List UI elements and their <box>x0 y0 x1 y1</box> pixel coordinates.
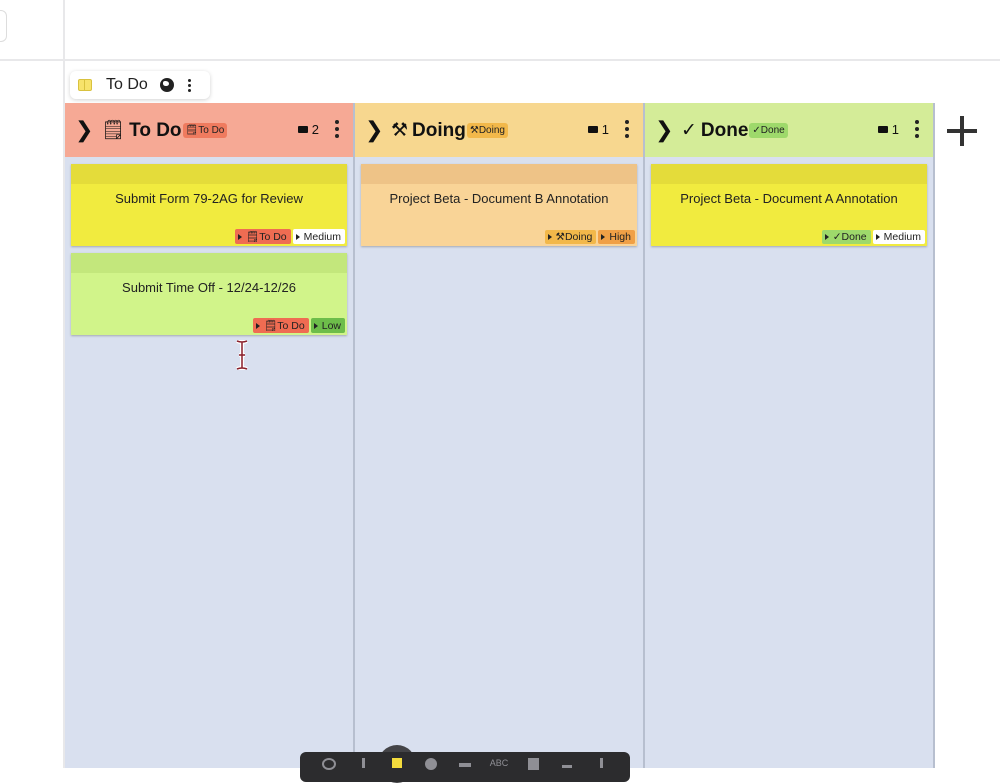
plus-icon[interactable] <box>550 758 584 770</box>
chevron-right-icon[interactable]: ❯ <box>75 117 95 143</box>
card-header-strip[interactable] <box>651 164 927 184</box>
caret-right-icon <box>547 234 552 240</box>
card-tags: ⚒Doing High <box>544 230 635 244</box>
column-header-doing[interactable]: ❯ ⚒ Doing ⚒Doing 1 <box>355 103 643 157</box>
column-glyph-icon: 🗒 <box>101 120 126 141</box>
text-tool-label: ABC <box>489 758 509 768</box>
card-count-value: 2 <box>311 122 319 137</box>
card-title: Submit Form 79-2AG for Review <box>115 191 303 206</box>
caret-right-icon <box>875 234 880 240</box>
shape-icon[interactable] <box>414 758 448 770</box>
card-title: Submit Time Off - 12/24-12/26 <box>122 280 296 295</box>
bottom-toolbar: ABC <box>300 752 630 782</box>
caret-right-icon <box>601 234 606 240</box>
status-tag[interactable]: 🗒To Do <box>252 318 309 333</box>
add-column-plus-icon[interactable] <box>945 113 981 149</box>
tag-label: Low <box>321 319 341 332</box>
column-title: 🗒 To Do <box>101 118 182 142</box>
priority-tag[interactable]: High <box>598 230 635 244</box>
clipboard-icon[interactable] <box>516 758 550 770</box>
column-done: ❯ ✓ Done ✓Done 1 Project Beta - Document … <box>645 103 935 768</box>
caret-right-icon <box>295 233 300 240</box>
column-card-count: 1 <box>877 122 899 137</box>
caret-right-icon <box>313 322 318 329</box>
more-icon[interactable] <box>584 758 618 770</box>
card-count-icon <box>877 126 888 133</box>
arrow-icon[interactable] <box>448 758 482 770</box>
column-glyph-icon: ✓ <box>681 119 697 141</box>
card-title: Project Beta - Document A Annotation <box>680 191 898 206</box>
status-tag[interactable]: 🗒To Do <box>234 229 291 244</box>
column-status-tag: ✓Done <box>749 122 788 138</box>
tag-label: High <box>609 231 631 243</box>
column-glyph-icon: ⚒ <box>391 119 409 141</box>
column-doing: ❯ ⚒ Doing ⚒Doing 1 Project Beta - Documen… <box>355 103 645 768</box>
card[interactable]: Project Beta - Document A Annotation ✓Do… <box>651 164 927 246</box>
caret-right-icon <box>255 322 260 329</box>
column-title: ✓ Done <box>681 119 748 142</box>
board-menu-icon[interactable] <box>187 78 191 92</box>
column-menu-icon[interactable] <box>625 120 629 138</box>
card-header-strip[interactable] <box>71 253 347 273</box>
caret-right-icon <box>237 233 242 240</box>
card-header-strip[interactable] <box>361 164 637 184</box>
globe-icon[interactable] <box>159 78 174 92</box>
sticky-note-icon[interactable] <box>380 758 414 770</box>
pen-icon[interactable] <box>346 758 380 770</box>
card-tags: ✓Done Medium <box>821 230 925 244</box>
chevron-right-icon[interactable]: ❯ <box>365 117 385 143</box>
tag-label: ⚒Doing <box>555 231 593 243</box>
board-name: To Do <box>106 76 148 93</box>
board-icon <box>78 79 92 91</box>
card-count-icon <box>587 126 598 133</box>
caret-right-icon <box>824 234 829 240</box>
priority-tag[interactable]: Medium <box>292 229 345 244</box>
card-header-strip[interactable] <box>71 164 347 184</box>
card[interactable]: Submit Time Off - 12/24-12/26 🗒To Do Low <box>71 253 347 335</box>
priority-tag[interactable]: Low <box>310 318 345 333</box>
canvas-top-border <box>0 59 1000 61</box>
tag-label: 🗒To Do <box>245 231 287 243</box>
status-tag[interactable]: ✓Done <box>821 230 871 244</box>
column-title-text: To Do <box>129 120 182 141</box>
priority-tag[interactable]: Medium <box>872 230 925 244</box>
column-header-done[interactable]: ❯ ✓ Done ✓Done 1 <box>645 103 933 157</box>
column-header-todo[interactable]: ❯ 🗒 To Do 🗒To Do 2 <box>65 103 353 157</box>
tag-label: 🗒To Do <box>263 320 305 332</box>
tag-label: Medium <box>303 230 341 243</box>
column-card-count: 2 <box>297 122 319 137</box>
left-panel-handle[interactable] <box>0 10 7 42</box>
chevron-right-icon[interactable]: ❯ <box>655 117 675 143</box>
card[interactable]: Project Beta - Document B Annotation ⚒Do… <box>361 164 637 246</box>
lasso-icon[interactable] <box>312 758 346 770</box>
column-title-text: Doing <box>412 119 466 141</box>
text-icon[interactable]: ABC <box>482 758 516 770</box>
card-count-icon <box>297 126 308 133</box>
card-title: Project Beta - Document B Annotation <box>389 191 609 206</box>
column-status-tag: ⚒Doing <box>466 122 508 138</box>
column-status-tag: 🗒To Do <box>182 122 228 138</box>
card-count-value: 1 <box>601 122 609 137</box>
status-tag[interactable]: ⚒Doing <box>544 230 597 244</box>
column-card-count: 1 <box>587 122 609 137</box>
column-menu-icon[interactable] <box>335 120 339 138</box>
text-cursor-icon <box>236 340 248 370</box>
column-menu-icon[interactable] <box>915 120 919 138</box>
column-title: ⚒ Doing <box>391 119 466 142</box>
board-label-chip[interactable]: To Do <box>70 71 210 99</box>
column-title-text: Done <box>700 119 749 141</box>
card[interactable]: Submit Form 79-2AG for Review 🗒To Do Med… <box>71 164 347 246</box>
tag-label: ✓Done <box>832 231 867 243</box>
card-tags: 🗒To Do Medium <box>234 229 345 244</box>
column-todo: ❯ 🗒 To Do 🗒To Do 2 Submit Form 79-2AG for… <box>65 103 355 768</box>
tag-label: Medium <box>883 231 921 243</box>
card-tags: 🗒To Do Low <box>252 318 345 333</box>
card-count-value: 1 <box>891 122 899 137</box>
